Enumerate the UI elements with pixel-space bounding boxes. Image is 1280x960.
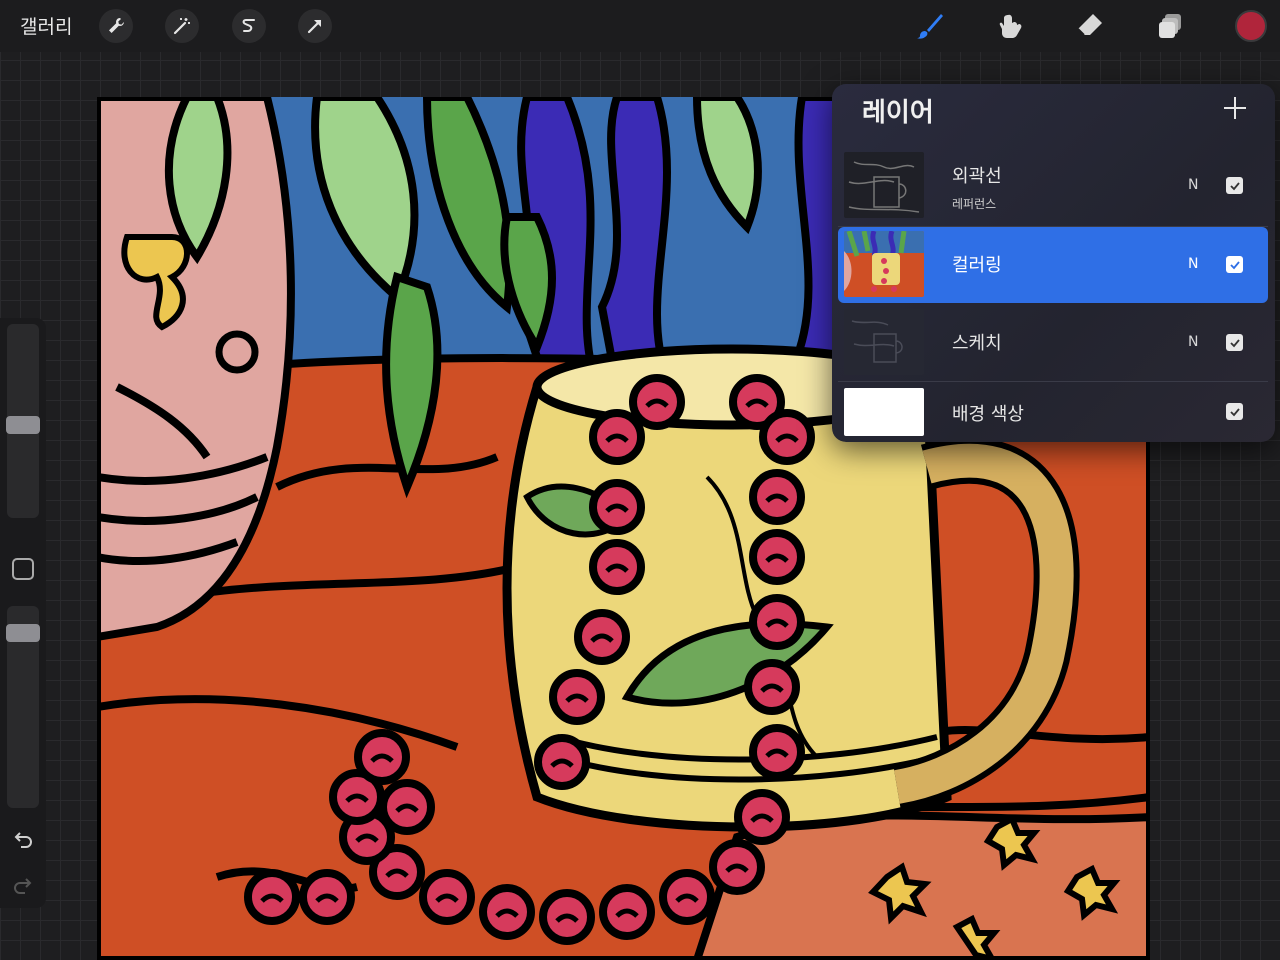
opacity-thumb[interactable] [6,624,40,642]
add-layer-icon[interactable] [1221,94,1249,122]
layer-name: 컬러링 [952,255,1002,276]
transform-arrow-icon[interactable] [298,9,332,43]
smudge-icon[interactable] [993,8,1029,44]
eraser-icon[interactable] [1072,8,1108,44]
layer-thumbnail [844,388,924,436]
visibility-checkbox[interactable] [1226,334,1243,351]
blend-mode-label[interactable]: N [1188,256,1198,272]
visibility-checkbox[interactable] [1226,177,1243,194]
layers-icon[interactable] [1152,8,1188,44]
color-swatch-button[interactable] [1235,10,1267,42]
brush-size-slider[interactable] [6,324,40,518]
layer-row-outline[interactable]: 외곽선 레퍼런스 N [838,148,1268,224]
layer-name: 스케치 [952,333,1002,354]
layers-panel-title: 레이어 [862,98,934,128]
blend-mode-label[interactable]: N [1188,334,1198,350]
layer-row-coloring[interactable]: 컬러링 N [838,227,1268,303]
visibility-checkbox[interactable] [1226,256,1243,273]
blend-mode-label[interactable]: N [1188,177,1198,193]
layer-thumbnail [844,231,924,297]
modify-button[interactable] [12,558,34,580]
divider [838,381,1268,382]
layer-thumbnail [844,309,924,375]
visibility-checkbox[interactable] [1226,403,1243,420]
top-toolbar: 갤러리 [0,0,1280,52]
magic-wand-icon[interactable] [165,9,199,43]
gallery-button[interactable]: 갤러리 [20,12,72,39]
layer-row-background-color[interactable]: 배경 색상 [838,384,1268,440]
brush-icon[interactable] [912,8,948,44]
layer-name: 배경 색상 [952,404,1024,425]
opacity-slider[interactable] [6,606,40,808]
layer-row-sketch[interactable]: 스케치 N [838,305,1268,381]
layer-name: 외곽선 [952,166,1002,187]
procreate-app: 갤러리 레이어 외곽선 레퍼런스 N 컬러링 N 스케치 N 배경 색상 [0,0,1280,960]
layer-thumbnail [844,152,924,218]
brush-size-thumb[interactable] [6,416,40,434]
wrench-icon[interactable] [99,9,133,43]
undo-icon[interactable] [11,828,35,852]
left-sidebar [0,318,46,908]
selection-icon[interactable] [232,9,266,43]
redo-icon[interactable] [11,874,35,898]
layer-subtitle: 레퍼런스 [952,197,997,211]
layers-panel: 레이어 외곽선 레퍼런스 N 컬러링 N 스케치 N 배경 색상 [832,84,1275,442]
